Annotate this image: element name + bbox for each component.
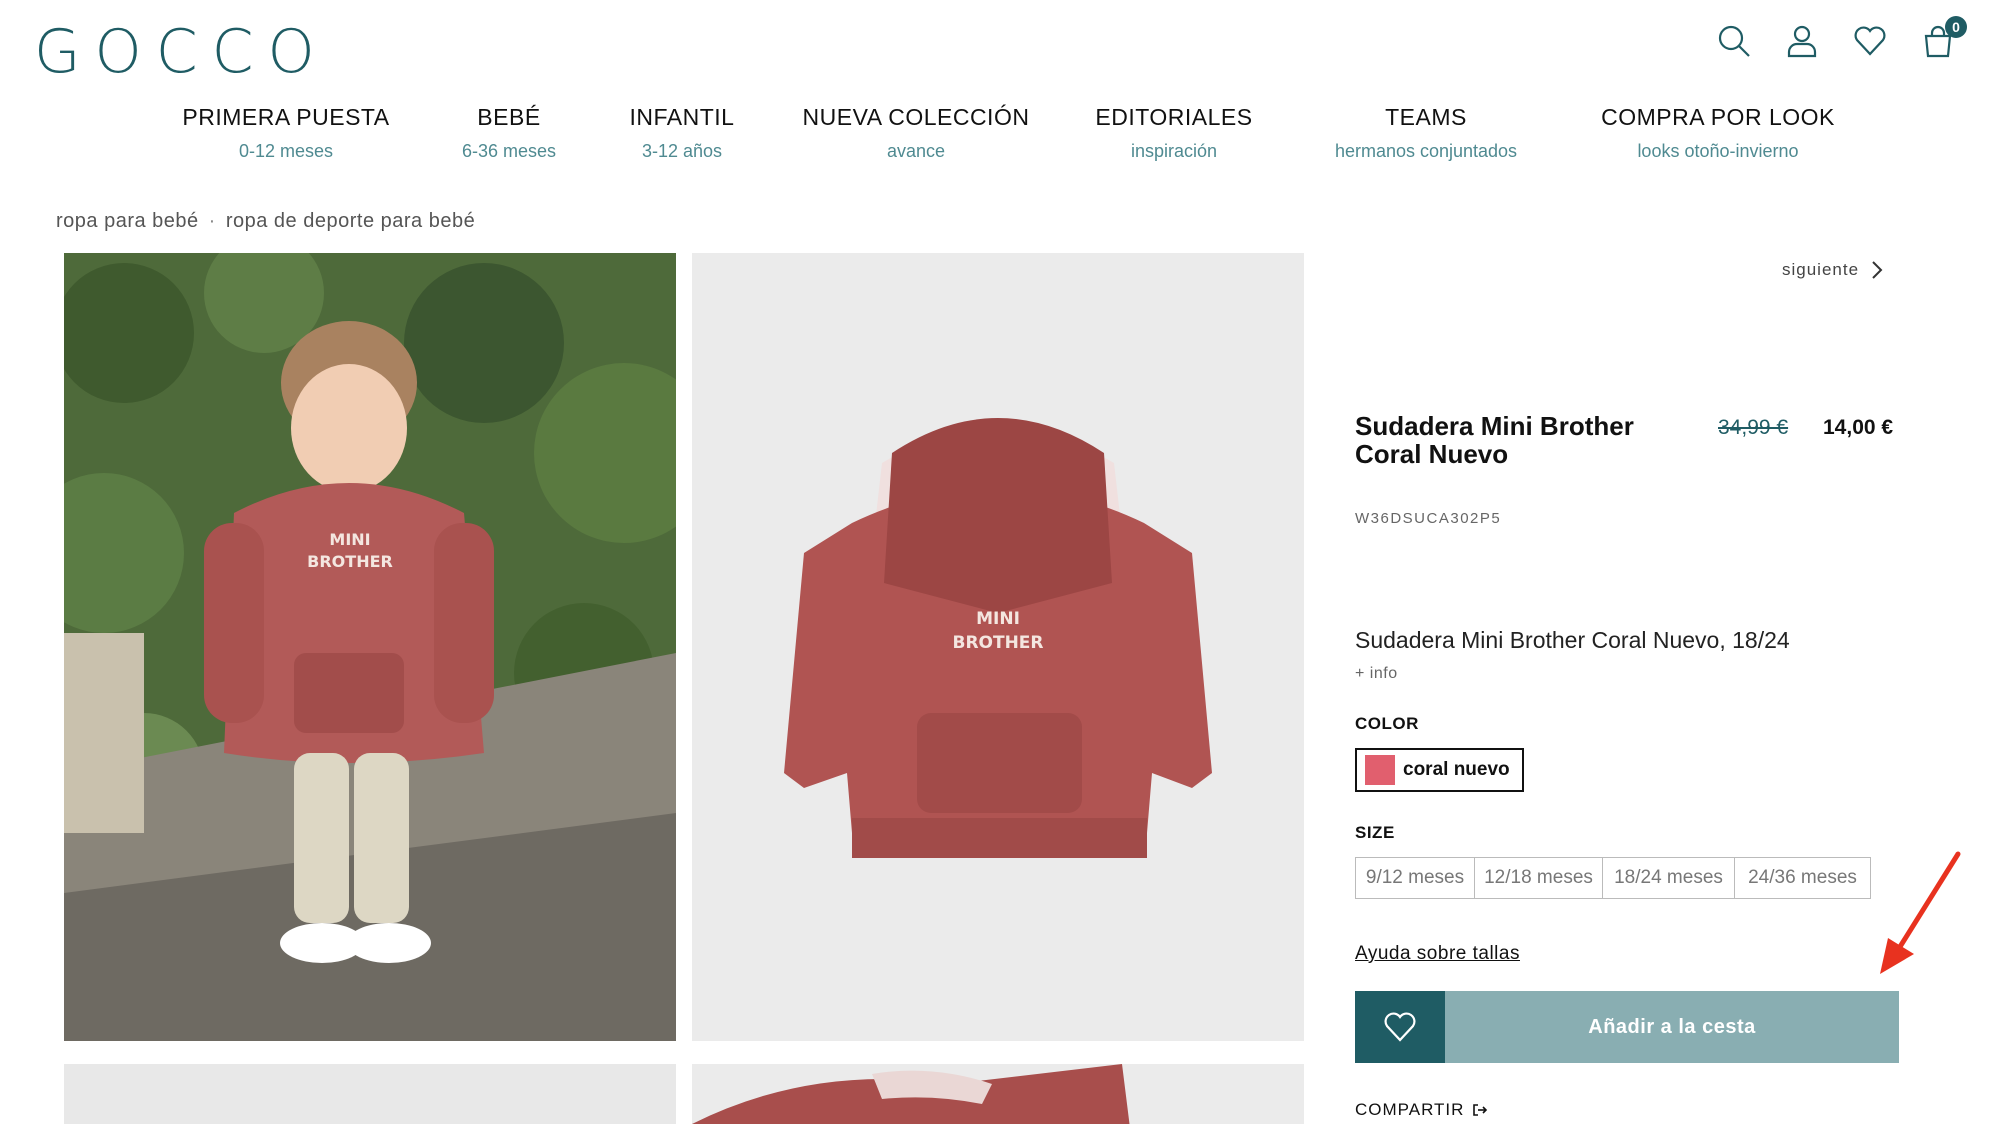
- size-options: 9/12 meses 12/18 meses 18/24 meses 24/36…: [1355, 857, 1871, 899]
- garment-print-line-1: MINI: [329, 530, 370, 549]
- more-info-link[interactable]: + info: [1355, 665, 1398, 683]
- size-label: SIZE: [1355, 823, 1395, 842]
- nav-subtitle: inspiración: [1130, 141, 1218, 161]
- nav-title: COMPRA POR LOOK: [1601, 104, 1835, 130]
- search-icon[interactable]: [1715, 22, 1753, 60]
- size-option-24-36[interactable]: 24/36 meses: [1734, 857, 1871, 899]
- user-icon[interactable]: [1783, 22, 1821, 60]
- next-label: siguiente: [1782, 260, 1860, 279]
- product-photo-flat[interactable]: MINI BROTHER: [692, 253, 1304, 1041]
- nav-item-compra-por-look[interactable]: COMPRA POR LOOK looks otoño-invierno: [1601, 104, 1835, 162]
- breadcrumb: ropa para bebé · ropa de deporte para bebé: [56, 210, 475, 233]
- nav-title: NUEVA COLECCIÓN: [802, 104, 1030, 130]
- heart-icon[interactable]: [1851, 22, 1889, 60]
- size-option-9-12[interactable]: 9/12 meses: [1355, 857, 1475, 899]
- add-to-cart-button[interactable]: Añadir a la cesta: [1445, 991, 1899, 1063]
- size-option-12-18[interactable]: 12/18 meses: [1474, 857, 1603, 899]
- bag-icon[interactable]: 0: [1919, 16, 1967, 60]
- cart-count-badge: 0: [1945, 16, 1967, 38]
- brand-logo[interactable]: GOCCO: [34, 22, 329, 82]
- site-header: GOCCO 0: [0, 0, 1999, 90]
- main-nav: PRIMERA PUESTA 0-12 meses BEBÉ 6-36 mese…: [0, 104, 1999, 174]
- next-product-link[interactable]: siguiente: [1782, 260, 1883, 280]
- nav-title: TEAMS: [1385, 104, 1467, 130]
- nav-item-bebe[interactable]: BEBÉ 6-36 meses: [462, 104, 556, 162]
- nav-title: BEBÉ: [477, 104, 541, 130]
- breadcrumb-item[interactable]: ropa de deporte para bebé: [226, 210, 475, 232]
- share-icon: [1473, 1104, 1488, 1116]
- nav-item-infantil[interactable]: INFANTIL 3-12 años: [630, 104, 735, 162]
- red-arrow-annotation: [1880, 851, 1961, 974]
- nav-item-primera-puesta[interactable]: PRIMERA PUESTA 0-12 meses: [182, 104, 389, 162]
- product-description: Sudadera Mini Brother Coral Nuevo, 18/24: [1355, 627, 1790, 653]
- color-name: coral nuevo: [1403, 759, 1510, 780]
- nav-item-nueva-coleccion[interactable]: NUEVA COLECCIÓN avance: [803, 104, 1030, 162]
- product-photo-3[interactable]: [64, 1064, 676, 1124]
- nav-subtitle: avance: [886, 141, 946, 161]
- heart-icon: [1384, 1012, 1416, 1042]
- chevron-right-icon: [1872, 261, 1883, 279]
- color-label: COLOR: [1355, 714, 1419, 733]
- header-icons: 0: [1715, 16, 1967, 60]
- nav-subtitle: hermanos conjuntados: [1334, 141, 1518, 161]
- size-help-link[interactable]: Ayuda sobre tallas: [1355, 943, 1520, 965]
- nav-subtitle: 3-12 años: [641, 141, 723, 161]
- price-sale: 14,00 €: [1823, 416, 1894, 439]
- share-link[interactable]: COMPARTIR: [1355, 1100, 1488, 1120]
- size-option-18-24[interactable]: 18/24 meses: [1602, 857, 1735, 899]
- nav-subtitle: 6-36 meses: [461, 141, 557, 161]
- product-title: Sudadera Mini Brother Coral Nuevo: [1355, 411, 1634, 469]
- nav-title: EDITORIALES: [1095, 104, 1253, 130]
- nav-title: PRIMERA PUESTA: [182, 104, 390, 130]
- product-sku: W36DSUCA302P5: [1355, 510, 1502, 527]
- garment-print-line-1: MINI: [976, 609, 1020, 629]
- add-to-cart-row: Añadir a la cesta: [1355, 991, 1899, 1063]
- nav-title: INFANTIL: [629, 104, 735, 130]
- garment-print-line-2: BROTHER: [307, 552, 393, 571]
- product-photo-model[interactable]: MINI BROTHER: [64, 253, 676, 1041]
- product-photo-detail[interactable]: [692, 1064, 1304, 1124]
- price-original: 34,99 €: [1718, 416, 1789, 439]
- breadcrumb-item[interactable]: ropa para bebé: [56, 210, 199, 232]
- color-swatch-box: [1365, 755, 1395, 785]
- color-option-coral-nuevo[interactable]: coral nuevo: [1355, 748, 1524, 792]
- wishlist-button[interactable]: [1355, 991, 1445, 1063]
- nav-item-teams[interactable]: TEAMS hermanos conjuntados: [1335, 104, 1517, 162]
- breadcrumb-separator: ·: [208, 210, 216, 232]
- nav-subtitle: looks otoño-invierno: [1637, 141, 1799, 161]
- garment-print-line-2: BROTHER: [952, 633, 1043, 653]
- share-label: COMPARTIR: [1355, 1100, 1465, 1119]
- nav-item-editoriales[interactable]: EDITORIALES inspiración: [1095, 104, 1252, 162]
- nav-subtitle: 0-12 meses: [238, 141, 334, 161]
